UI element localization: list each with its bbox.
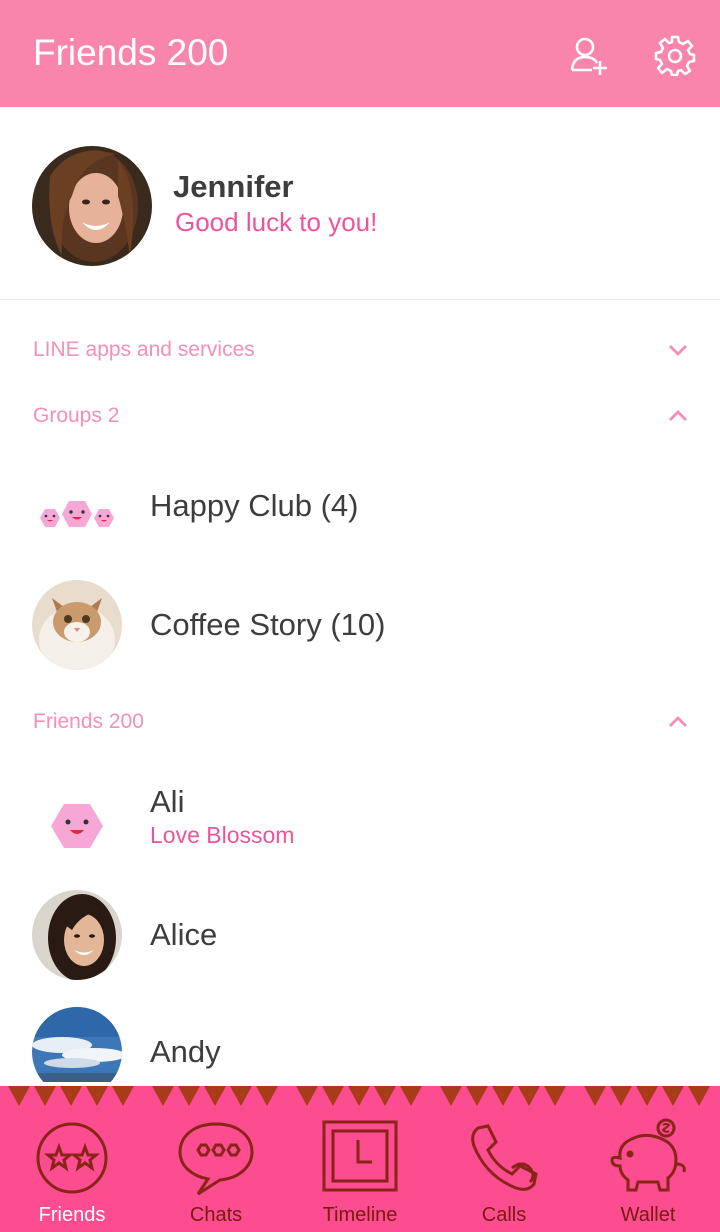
- avatar: [32, 890, 122, 980]
- section-friends[interactable]: Friends 200: [0, 692, 720, 752]
- group-avatar-icon: [40, 501, 114, 527]
- section-label: Friends 200: [33, 710, 144, 733]
- section-line-apps[interactable]: LINE apps and services: [0, 320, 720, 380]
- nav-label: Timeline: [322, 1204, 398, 1226]
- chevron-up-icon[interactable]: [664, 406, 692, 426]
- phone-icon: [471, 1124, 538, 1191]
- bottom-nav: Friends Chats Timeline Calls Wallet: [0, 1082, 720, 1232]
- list-item-group[interactable]: Happy Club (4): [0, 453, 720, 563]
- header-bar: Friends 200: [0, 0, 720, 107]
- list-item-friend[interactable]: Ali Love Blossom: [0, 760, 720, 870]
- nav-chats[interactable]: Chats: [144, 1082, 288, 1232]
- profile-status-message: Good luck to you!: [175, 207, 378, 237]
- list-item-friend[interactable]: Alice: [0, 880, 720, 990]
- section-groups[interactable]: Groups 2: [0, 386, 720, 446]
- section-label: Groups 2: [33, 404, 120, 427]
- profile-name: Jennifer: [173, 169, 294, 204]
- section-label: LINE apps and services: [33, 338, 255, 361]
- piggy-bank-icon: [610, 1118, 686, 1192]
- group-name: Happy Club (4): [150, 488, 359, 523]
- default-avatar-icon: [51, 804, 103, 848]
- friend-name: Alice: [150, 917, 218, 952]
- avatar[interactable]: [32, 146, 152, 266]
- list-item-group[interactable]: Coffee Story (10): [0, 570, 720, 680]
- avatar: [32, 580, 122, 670]
- nav-label: Calls: [481, 1204, 527, 1226]
- friend-status-message: Love Blossom: [150, 822, 295, 848]
- nav-wallet[interactable]: Wallet: [576, 1082, 720, 1232]
- nav-label: Chats: [189, 1204, 243, 1226]
- nav-calls[interactable]: Calls: [432, 1082, 576, 1232]
- chat-bubble-icon: [178, 1122, 254, 1196]
- friends-icon: [36, 1122, 108, 1194]
- nav-friends[interactable]: Friends: [0, 1082, 144, 1232]
- page-title: Friends 200: [33, 32, 229, 73]
- group-name: Coffee Story (10): [150, 607, 386, 642]
- friend-name: Ali: [150, 784, 185, 819]
- chevron-down-icon[interactable]: [664, 340, 692, 360]
- nav-label: Friends: [38, 1204, 106, 1226]
- add-friend-icon[interactable]: [568, 34, 610, 76]
- my-profile[interactable]: Jennifer Good luck to you!: [0, 107, 720, 300]
- friend-name: Andy: [150, 1034, 221, 1069]
- nav-timeline[interactable]: Timeline: [288, 1082, 432, 1232]
- nav-label: Wallet: [620, 1204, 676, 1226]
- chevron-up-icon[interactable]: [664, 712, 692, 732]
- clock-icon: [322, 1120, 398, 1192]
- gear-icon[interactable]: [654, 34, 696, 76]
